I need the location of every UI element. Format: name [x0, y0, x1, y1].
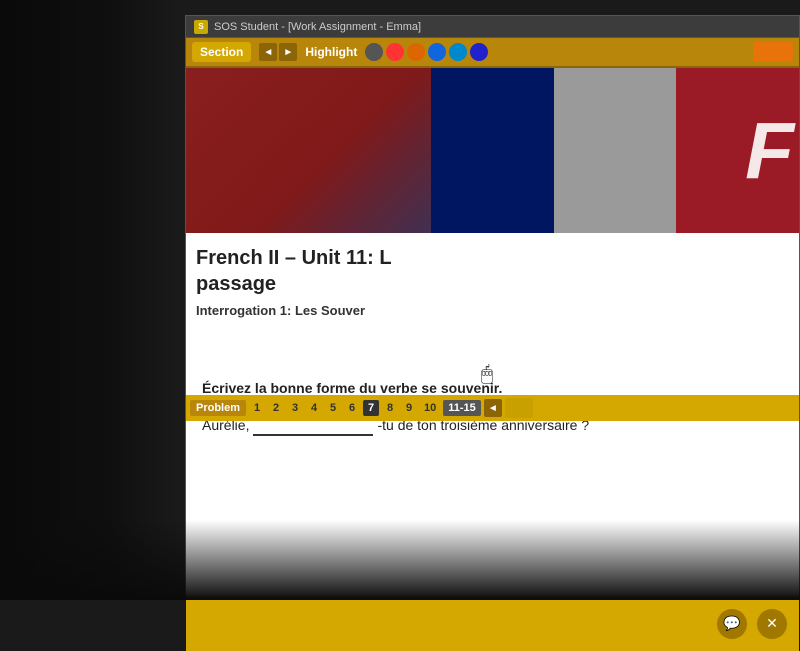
problem-8[interactable]: 8: [382, 400, 398, 416]
app-icon: S: [194, 20, 208, 34]
problem-3[interactable]: 3: [287, 400, 303, 416]
image-header: F: [186, 68, 799, 233]
problem-label: Problem: [190, 400, 246, 416]
window-title: SOS Student - [Work Assignment - Emma]: [214, 21, 421, 33]
problem-bar: Problem 1 2 3 4 5 6 7 8 9 10 11-15 ◄: [186, 395, 799, 421]
main-content: F French II – Unit 11: L passage Interro…: [186, 68, 799, 651]
nav-next-button[interactable]: ►: [279, 43, 297, 61]
vignette-left: [0, 0, 180, 600]
problem-7[interactable]: 7: [363, 400, 379, 416]
highlight-colors: [365, 43, 488, 61]
unit-title-area: French II – Unit 11: L passage Interroga…: [186, 233, 799, 326]
app-window: S SOS Student - [Work Assignment - Emma]…: [185, 15, 800, 600]
problem-6[interactable]: 6: [344, 400, 360, 416]
right-main-panel: F French II – Unit 11: L passage Interro…: [186, 68, 799, 651]
problem-9[interactable]: 9: [401, 400, 417, 416]
problem-10[interactable]: 10: [420, 400, 440, 416]
chat-button[interactable]: 💬: [717, 609, 747, 639]
problem-prev-btn[interactable]: ◄: [484, 399, 502, 417]
problem-1[interactable]: 1: [249, 400, 265, 416]
problem-2[interactable]: 2: [268, 400, 284, 416]
toolbar-orange-button[interactable]: [753, 42, 793, 62]
image-overlay: [186, 68, 799, 233]
close-button[interactable]: ✕: [757, 609, 787, 639]
problem-range-11-15[interactable]: 11-15: [443, 400, 481, 416]
f-letter: F: [745, 105, 794, 197]
problem-next-btn[interactable]: [505, 398, 533, 418]
color-orange-btn[interactable]: [407, 43, 425, 61]
bottom-bar: 💬 ✕: [186, 596, 799, 651]
exercise-instruction: Écrivez la bonne forme du verbe se souve…: [202, 380, 783, 396]
toolbar: Section ◄ ► Highlight: [186, 38, 799, 68]
title-bar: S SOS Student - [Work Assignment - Emma]: [186, 16, 799, 38]
color-darkblue-btn[interactable]: [470, 43, 488, 61]
highlight-label: Highlight: [305, 45, 357, 59]
interrogation-title: Interrogation 1: Les Souver: [196, 303, 789, 318]
color-blue-btn[interactable]: [428, 43, 446, 61]
nav-prev-button[interactable]: ◄: [259, 43, 277, 61]
section-button[interactable]: Section: [192, 42, 251, 62]
problem-4[interactable]: 4: [306, 400, 322, 416]
color-gray-btn[interactable]: [365, 43, 383, 61]
color-red-btn[interactable]: [386, 43, 404, 61]
problem-5[interactable]: 5: [325, 400, 341, 416]
color-teal-btn[interactable]: [449, 43, 467, 61]
content-row: F French II – Unit 11: L passage Interro…: [186, 68, 799, 651]
unit-subtitle: passage: [196, 271, 789, 297]
unit-title: French II – Unit 11: L: [196, 245, 789, 271]
toolbar-nav: ◄ ►: [259, 43, 297, 61]
